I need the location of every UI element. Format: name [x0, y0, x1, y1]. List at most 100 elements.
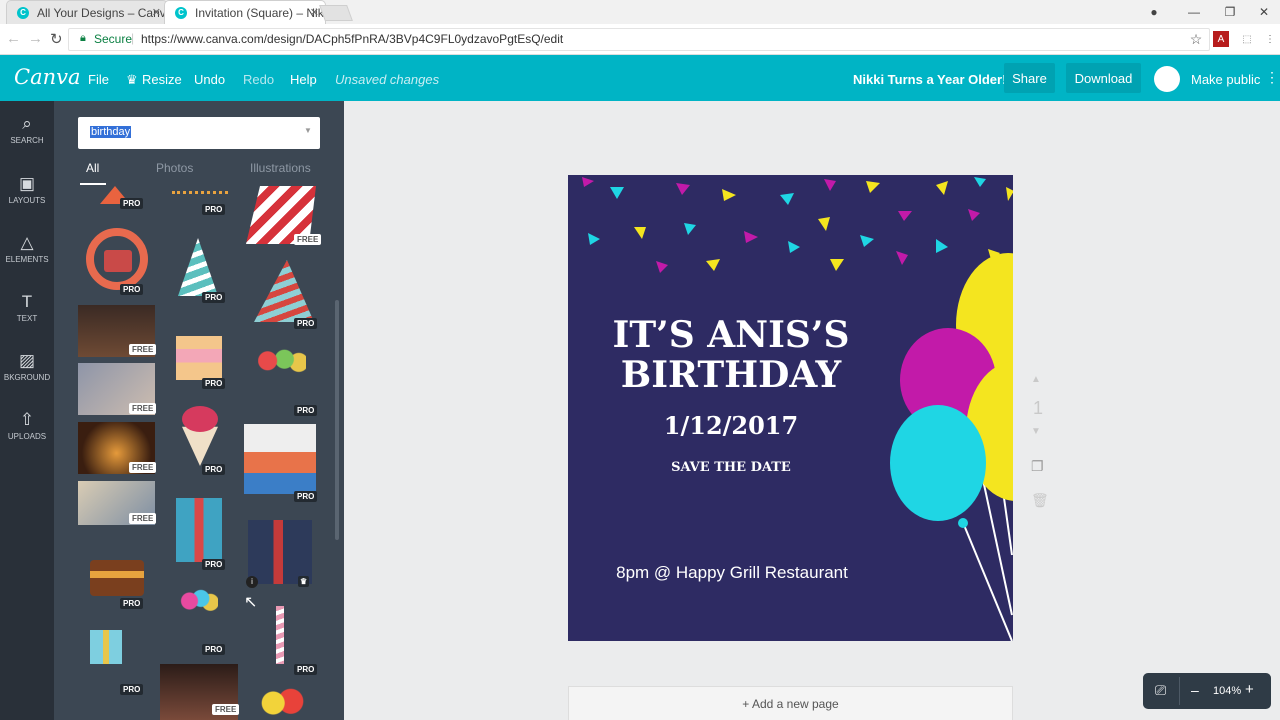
nav-background[interactable]: ▨ BKGROUND [0, 351, 54, 382]
tab-all[interactable]: All [86, 161, 99, 175]
extension-icon[interactable]: A [1213, 31, 1229, 47]
design-canvas[interactable]: IT’S ANIS’S BIRTHDAY 1/12/2017 SAVE THE … [568, 175, 1013, 641]
balloons-thumbnail[interactable] [258, 348, 306, 380]
extension-icon[interactable]: ⬚ [1239, 31, 1255, 47]
close-tab-icon[interactable]: ✕ [152, 6, 161, 19]
background-icon: ▨ [18, 351, 36, 370]
free-badge: FREE [212, 704, 240, 715]
crown-badge: ♛ [298, 576, 310, 587]
candle-thumbnail[interactable] [276, 606, 284, 664]
search-icon: ⌕ [22, 114, 32, 133]
text-icon: T [21, 292, 33, 311]
pro-badge: PRO [120, 684, 144, 695]
canva-favicon-icon: C [175, 7, 187, 19]
bunting-thumbnail[interactable] [172, 186, 228, 194]
tab-photos[interactable]: Photos [156, 161, 193, 175]
nav-text[interactable]: T TEXT [0, 292, 54, 323]
zoom-in-button[interactable]: + [1245, 681, 1254, 698]
design-title[interactable]: Nikki Turns a Year Older! [853, 72, 1006, 87]
tab-illustrations[interactable]: Illustrations [250, 161, 311, 175]
canva-favicon-icon: C [17, 7, 29, 19]
pro-badge: PRO [202, 644, 226, 655]
nav-uploads[interactable]: ⇧ UPLOADS [0, 410, 54, 441]
redo-button[interactable]: Redo [243, 72, 274, 87]
delete-page-icon[interactable]: 🗑︎ [1031, 492, 1049, 509]
forward-icon[interactable]: → [28, 30, 43, 47]
more-options-icon[interactable]: ⋮ [1265, 69, 1279, 86]
url-text: https://www.canva.com/design/DACph5fPnRA… [141, 32, 564, 46]
balloons [890, 253, 1013, 641]
layouts-icon: ▣ [18, 174, 36, 193]
pro-badge: PRO [120, 284, 144, 295]
free-badge: FREE [129, 344, 157, 355]
present-icon[interactable]: ⎚ [1155, 682, 1166, 699]
nav-layouts[interactable]: ▣ LAYOUTS [0, 174, 54, 205]
add-page-button[interactable]: + Add a new page [568, 686, 1013, 720]
gift-box-thumbnail[interactable] [248, 520, 312, 584]
pro-badge: PRO [120, 598, 144, 609]
pro-badge: PRO [294, 664, 318, 675]
pro-badge: PRO [202, 204, 226, 215]
url-divider: | [131, 31, 135, 45]
party-hat-thumbnail[interactable] [178, 238, 218, 296]
design-date[interactable]: 1/12/2017 [568, 411, 894, 440]
nav-search[interactable]: ⌕ SEARCH [0, 114, 54, 145]
design-title-line1[interactable]: IT’S ANIS’S [568, 315, 894, 355]
uploads-icon: ⇧ [19, 410, 35, 429]
save-the-date-text[interactable]: SAVE THE DATE [568, 460, 894, 475]
venue-text[interactable]: 8pm @ Happy Grill Restaurant [568, 563, 896, 583]
chevron-down-icon[interactable]: ▼ [304, 126, 312, 135]
browser-menu-icon[interactable]: ⋮ [1262, 31, 1278, 47]
share-button[interactable]: Share [1004, 63, 1055, 93]
crown-icon: ♛ [126, 72, 138, 87]
results-grid: PRO PRO FREE PRO PRO PRO FREE FREE FREE … [78, 186, 334, 720]
party-hat-thumbnail[interactable] [254, 260, 314, 322]
canva-logo[interactable]: Canva [14, 65, 81, 89]
elements-icon: △ [20, 233, 34, 252]
page-down-icon[interactable]: ▼ [1031, 426, 1041, 437]
restore-icon[interactable]: ❐ [1212, 0, 1248, 24]
panel-scrollbar[interactable] [335, 300, 339, 540]
browser-tab[interactable]: C All Your Designs – Canva ✕ [6, 0, 168, 24]
pro-badge: PRO [294, 491, 318, 502]
reload-icon[interactable]: ↻ [50, 30, 63, 48]
pro-badge: PRO [294, 318, 318, 329]
nav-elements[interactable]: △ ELEMENTS [0, 233, 54, 264]
pro-badge: PRO [202, 464, 226, 475]
nav-label: SEARCH [10, 136, 44, 145]
design-title-line2[interactable]: BIRTHDAY [568, 355, 894, 395]
make-public-toggle[interactable] [1154, 66, 1180, 92]
gift-box-thumbnail[interactable] [176, 498, 222, 562]
browser-tab-active[interactable]: C Invitation (Square) – Nikki ✕ [164, 0, 326, 24]
resize-button[interactable]: Resize [142, 72, 182, 87]
new-tab-button[interactable] [319, 5, 353, 21]
download-button[interactable]: Download [1066, 63, 1141, 93]
file-menu[interactable]: File [88, 72, 109, 87]
bookmark-star-icon[interactable]: ☆ [1188, 31, 1204, 47]
help-menu[interactable]: Help [290, 72, 317, 87]
nav-label: ELEMENTS [5, 255, 49, 264]
undo-button[interactable]: Undo [194, 72, 225, 87]
page-up-icon[interactable]: ▲ [1031, 374, 1041, 385]
confetti [582, 177, 1013, 273]
duplicate-page-icon[interactable]: ❐ [1031, 458, 1044, 475]
balloons-thumbnail[interactable] [180, 588, 218, 614]
lock-icon: 🔒︎ [80, 32, 86, 44]
gift-thumbnail[interactable] [244, 424, 316, 494]
tab-title: Invitation (Square) – Nikki [195, 5, 326, 20]
tiered-cake-thumbnail[interactable] [176, 336, 222, 380]
close-tab-icon[interactable]: ✕ [310, 6, 319, 19]
mouse-cursor-icon: ↖ [244, 594, 258, 611]
profile-icon[interactable]: ● [1136, 0, 1172, 24]
close-window-icon[interactable]: ✕ [1246, 0, 1280, 24]
zoom-out-button[interactable]: – [1191, 682, 1199, 698]
tab-title: All Your Designs – Canva [37, 5, 168, 20]
make-public-label: Make public [1191, 72, 1261, 87]
cake-thumbnail[interactable] [90, 560, 144, 596]
gift-thumbnail[interactable] [90, 630, 122, 664]
info-icon[interactable]: i [246, 576, 258, 588]
minimize-icon[interactable]: — [1176, 0, 1212, 24]
balloons-thumbnail[interactable] [260, 686, 304, 720]
zoom-level[interactable]: 104% [1213, 685, 1241, 697]
back-icon[interactable]: ← [6, 30, 21, 47]
